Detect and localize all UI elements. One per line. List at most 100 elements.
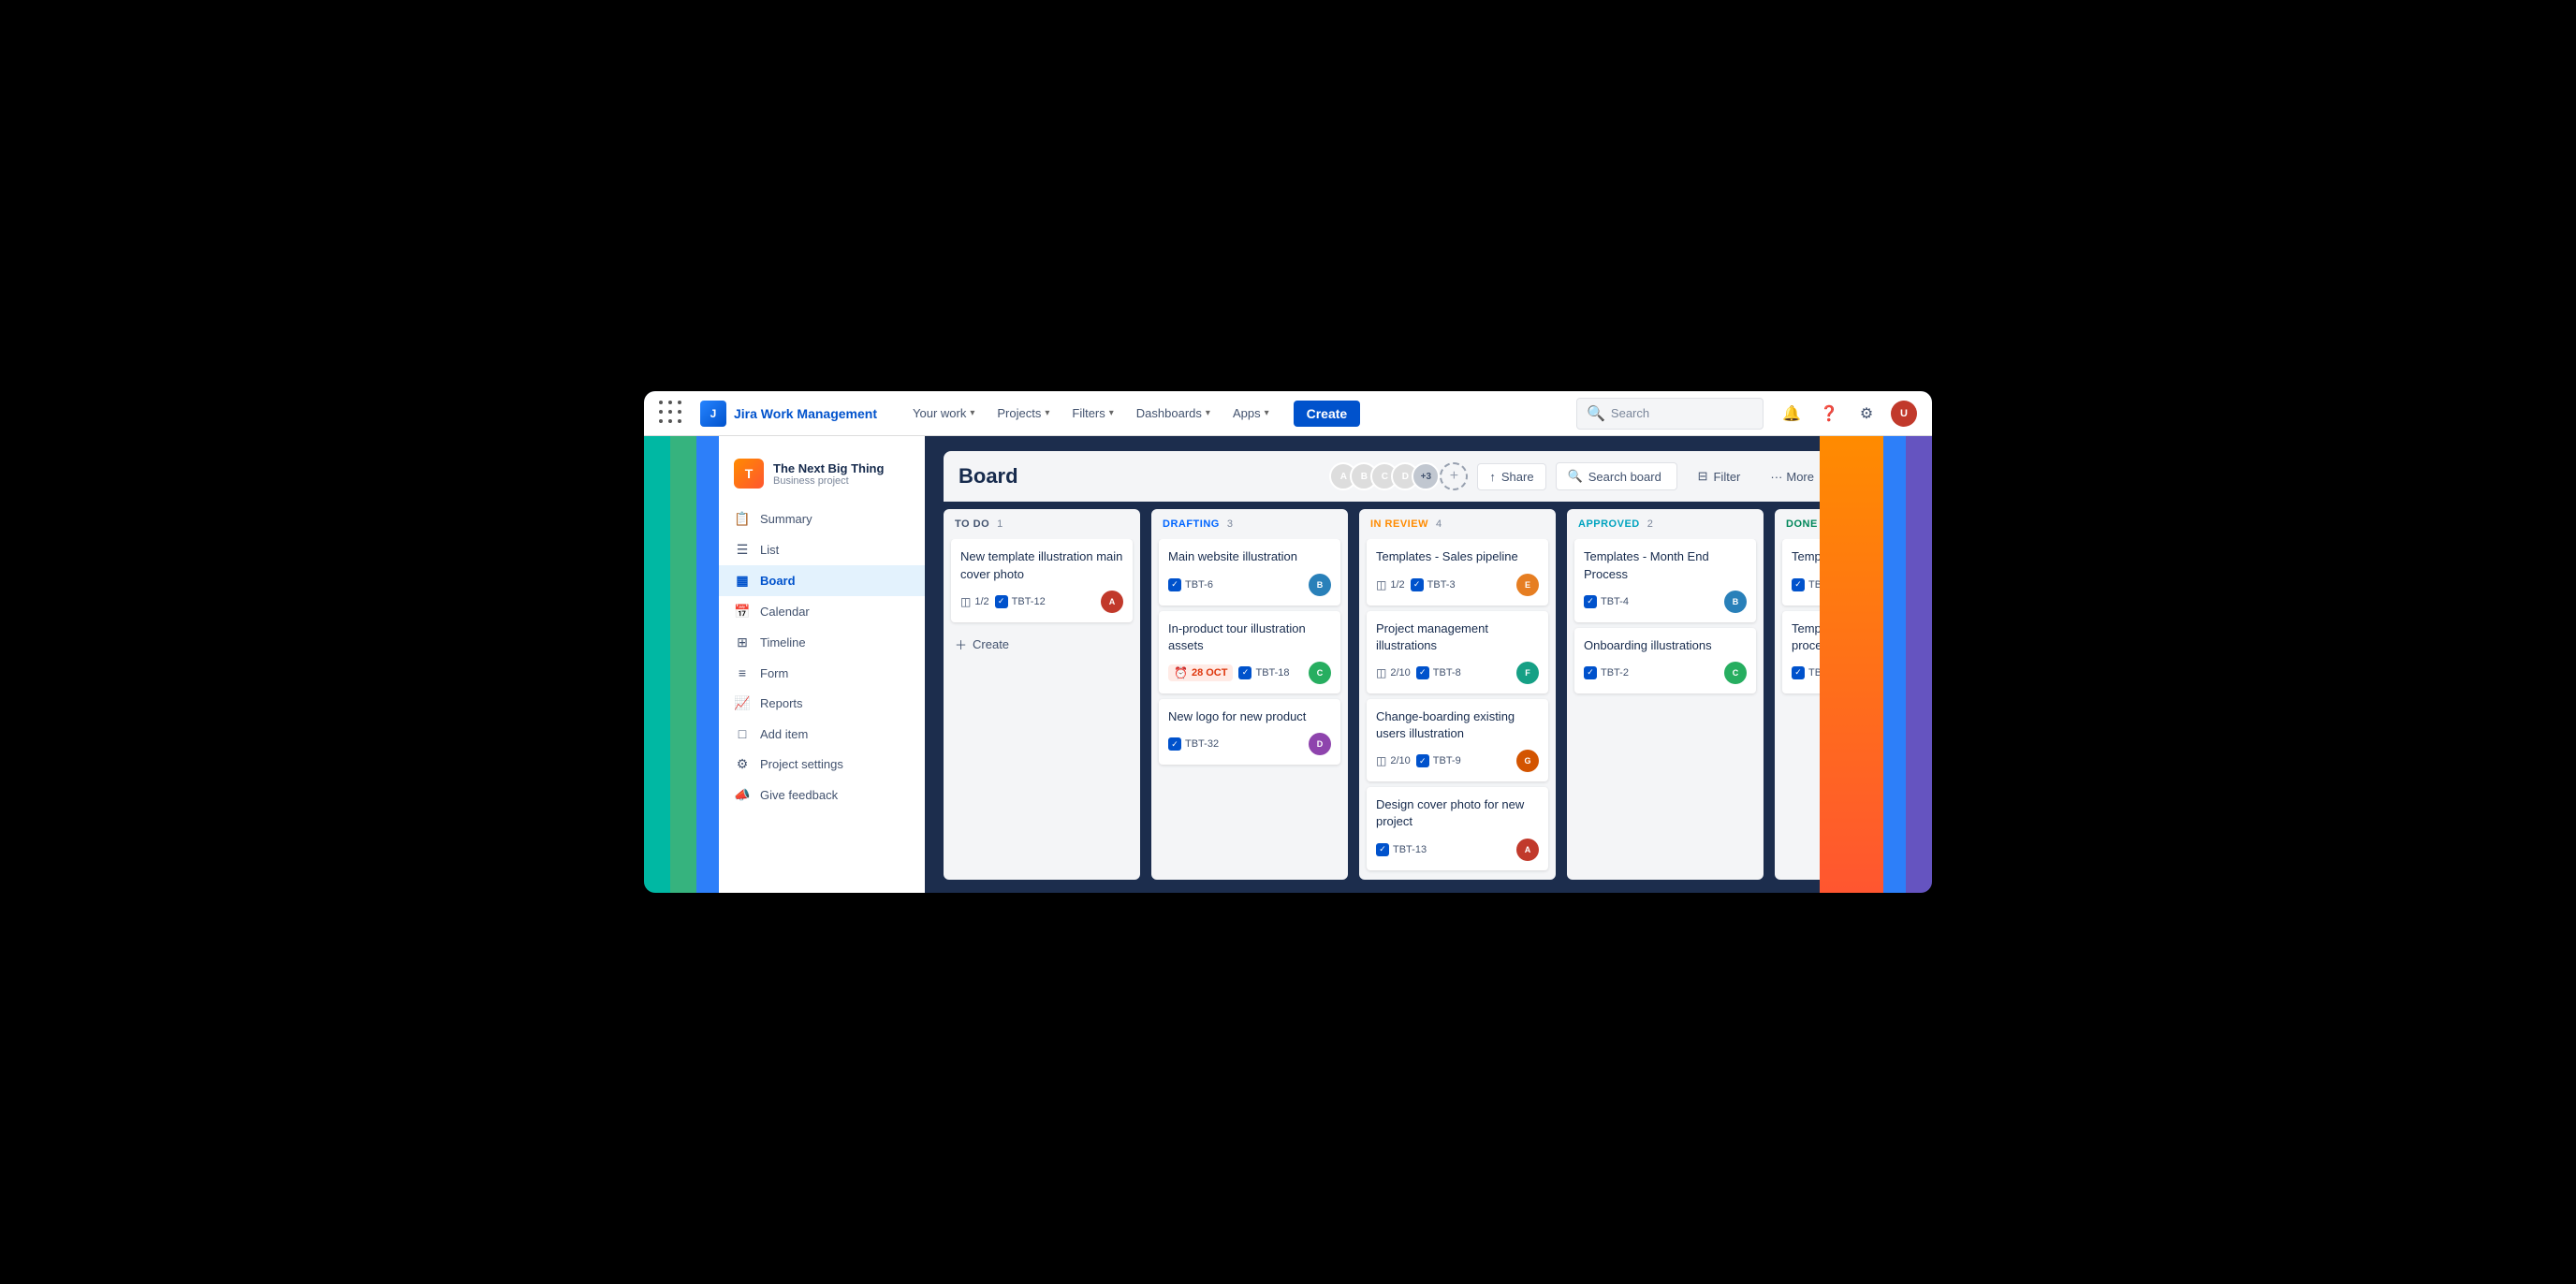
nav-apps[interactable]: Apps ▾ <box>1223 401 1279 426</box>
notifications-icon[interactable]: 🔔 <box>1778 401 1805 427</box>
sidebar-item-reports[interactable]: 📈 Reports <box>719 688 925 719</box>
create-button[interactable]: Create <box>1294 401 1361 427</box>
check-icon: ✓ <box>1411 578 1424 591</box>
app-switcher-icon[interactable] <box>659 401 685 427</box>
chevron-down-icon: ▾ <box>970 408 974 418</box>
card-tbt-3-review[interactable]: Templates - Sales pipeline ◫ 1/2 ✓ <box>1367 539 1548 605</box>
card-meta: ⏰ 28 OCT ✓ TBT-18 C <box>1168 662 1331 684</box>
subtask-icon: ◫ <box>1376 578 1386 591</box>
check-icon: ✓ <box>995 595 1008 608</box>
summary-icon: 📋 <box>734 511 751 527</box>
card-avatar: A <box>1516 839 1539 861</box>
card-tbt-18[interactable]: In-product tour illustration assets ⏰ 28… <box>1159 611 1340 693</box>
subtask-badge: ◫ 2/10 <box>1376 666 1411 679</box>
sidebar-item-form[interactable]: ≡ Form <box>719 658 925 688</box>
column-approved: APPROVED 2 Templates - Month End Process… <box>1567 509 1764 879</box>
card-avatar: F <box>1516 662 1539 684</box>
card-tbt-6[interactable]: Main website illustration ✓ TBT-6 B <box>1159 539 1340 605</box>
card-meta: ✓ TBT-2 C <box>1584 662 1747 684</box>
column-done: DONE 2 Templates - Asset creation ✓ TBT-… <box>1775 509 1857 879</box>
sidebar-item-board[interactable]: ▦ Board <box>719 565 925 596</box>
card-tbt-12[interactable]: New template illustration main cover pho… <box>951 539 1133 621</box>
sidebar-item-project-settings[interactable]: ⚙ Project settings <box>719 749 925 780</box>
check-icon: ✓ <box>1584 666 1597 679</box>
card-avatar: B <box>1309 574 1331 596</box>
settings-icon[interactable]: ⚙ <box>1853 401 1880 427</box>
subtask-badge: ◫ 2/10 <box>1376 754 1411 767</box>
more-button[interactable]: ··· More <box>1761 464 1823 489</box>
card-tbt-8[interactable]: Project management illustrations ◫ 2/10 … <box>1367 611 1548 693</box>
card-badges: ✓ TBT-6 <box>1168 578 1213 591</box>
card-tbt-2[interactable]: Onboarding illustrations ✓ TBT-2 C <box>1574 628 1756 693</box>
top-nav: J Jira Work Management Your work ▾ Proje… <box>644 391 1932 436</box>
nav-projects[interactable]: Projects ▾ <box>988 401 1059 426</box>
board-header: Board A B C D +3 + ↑ Share � <box>944 451 1838 502</box>
card-tbt-4[interactable]: Templates - Month End Process ✓ TBT-4 B <box>1574 539 1756 621</box>
sidebar-item-calendar[interactable]: 📅 Calendar <box>719 596 925 627</box>
jira-logo-icon: J <box>700 401 726 427</box>
column-inreview-header: IN REVIEW 4 <box>1359 509 1556 539</box>
badge-id: ✓ TBT-32 <box>1168 737 1219 751</box>
column-drafting: DRAFTING 3 Main website illustration ✓ T… <box>1151 509 1348 879</box>
reports-icon: 📈 <box>734 695 751 711</box>
help-icon[interactable]: ❓ <box>1816 401 1842 427</box>
card-title: Templates - Asset creation <box>1792 548 1857 565</box>
nav-your-work[interactable]: Your work ▾ <box>903 401 984 426</box>
global-search[interactable]: 🔍 Search <box>1576 398 1764 430</box>
column-drafting-header: DRAFTING 3 <box>1151 509 1348 539</box>
nav-dashboards[interactable]: Dashboards ▾ <box>1127 401 1220 426</box>
chevron-down-icon: ▾ <box>1045 408 1049 418</box>
board-title: Board <box>959 464 1018 489</box>
card-badges: ◫ 1/2 ✓ TBT-3 <box>1376 578 1456 591</box>
badge-id: ✓ TBT-18 <box>1238 666 1289 679</box>
orange-bar <box>1857 436 1883 892</box>
column-inreview: IN REVIEW 4 Templates - Sales pipeline ◫… <box>1359 509 1556 879</box>
check-icon: ✓ <box>1168 737 1181 751</box>
sidebar-item-summary[interactable]: 📋 Summary <box>719 503 925 534</box>
card-meta: ✓ TBT-1 D <box>1792 574 1857 596</box>
badge-id: ✓ TBT-2 <box>1584 666 1629 679</box>
project-type: Business project <box>773 475 910 487</box>
sidebar-item-give-feedback[interactable]: 📣 Give feedback <box>719 780 925 810</box>
column-drafting-cards: Main website illustration ✓ TBT-6 B <box>1151 539 1348 879</box>
board-icon: ▦ <box>734 573 751 589</box>
card-title: Onboarding illustrations <box>1584 637 1747 654</box>
search-board-input[interactable]: 🔍 Search board <box>1556 462 1677 490</box>
add-member-button[interactable]: + <box>1440 462 1468 490</box>
check-icon: ✓ <box>1792 666 1805 679</box>
filter-button[interactable]: ⊟ Filter <box>1687 463 1752 489</box>
column-todo-header: TO DO 1 <box>944 509 1140 539</box>
card-title: Project management illustrations <box>1376 620 1539 654</box>
card-meta: ◫ 2/10 ✓ TBT-8 F <box>1376 662 1539 684</box>
card-title: In-product tour illustration assets <box>1168 620 1331 654</box>
card-tbt-1[interactable]: Templates - Asset creation ✓ TBT-1 D <box>1782 539 1857 605</box>
check-icon: ✓ <box>1376 843 1389 856</box>
card-tbt-9[interactable]: Change-boarding existing users illustrat… <box>1367 699 1548 781</box>
badge-id: ✓ TBT-6 <box>1168 578 1213 591</box>
right-decoration <box>1857 436 1932 892</box>
nav-filters[interactable]: Filters ▾ <box>1062 401 1122 426</box>
calendar-icon: 📅 <box>734 604 751 620</box>
plus-icon: ＋ <box>955 635 967 653</box>
card-title: Templates - Month End Process <box>1584 548 1747 582</box>
badge-id: ✓ TBT-12 <box>995 595 1046 608</box>
sidebar-item-add-item[interactable]: □ Add item <box>719 719 925 749</box>
create-card-button[interactable]: ＋ Create <box>951 628 1133 661</box>
sidebar-item-timeline[interactable]: ⊞ Timeline <box>719 627 925 658</box>
share-button[interactable]: ↑ Share <box>1477 463 1545 490</box>
card-tbt-32[interactable]: New logo for new product ✓ TBT-32 D <box>1159 699 1340 765</box>
add-item-icon: □ <box>734 726 751 741</box>
left-decoration <box>644 436 719 892</box>
card-badges: ◫ 2/10 ✓ TBT-9 <box>1376 754 1461 767</box>
project-settings-icon: ⚙ <box>734 756 751 772</box>
sidebar-item-list[interactable]: ☰ List <box>719 534 925 565</box>
card-tbt-3-done[interactable]: Templates - Website design process ✓ TBT… <box>1782 611 1857 693</box>
badge-id: ✓ TBT-3 <box>1411 578 1456 591</box>
card-tbt-13[interactable]: Design cover photo for new project ✓ TBT… <box>1367 787 1548 869</box>
user-avatar[interactable]: U <box>1891 401 1917 427</box>
subtask-icon: ◫ <box>960 595 971 608</box>
card-title: Main website illustration <box>1168 548 1331 565</box>
logo[interactable]: J Jira Work Management <box>700 401 877 427</box>
card-avatar: G <box>1516 750 1539 772</box>
more-icon: ··· <box>1770 470 1782 484</box>
